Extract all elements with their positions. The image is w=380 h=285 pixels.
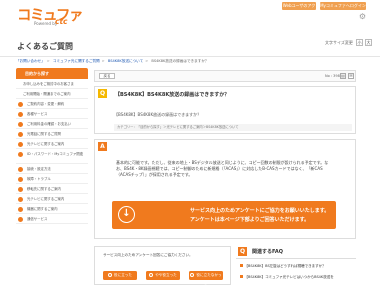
- sidebar-item-label: 故障・トラブル: [27, 177, 51, 181]
- sidebar-item[interactable]: 通信サービス: [16, 214, 88, 224]
- sidebar-item-label: 接続・設定方法: [27, 167, 51, 171]
- page-title: よくあるご質問: [17, 42, 73, 51]
- my-commufa-login-button[interactable]: Myコミュファへログイン: [320, 2, 366, 10]
- related-item[interactable]: 【BS4K8K】コミュファ光テレビはいつからBS4K放送を: [240, 275, 334, 280]
- rate-somewhat-button[interactable]: やや役立った: [146, 271, 180, 280]
- bullet-icon: [240, 275, 243, 278]
- site-header: コミュファ Powered by ctc Webユーザのアクセス Myコミュファ…: [0, 0, 380, 30]
- related-title: 関連するFAQ: [252, 249, 283, 255]
- question-category[interactable]: カテゴリー：「目的から探す」＞光テレビに関するご案内＞BS4K8K放送について: [114, 124, 352, 131]
- bullet-icon: [18, 217, 23, 222]
- back-button[interactable]: 戻る: [99, 73, 115, 79]
- bullet-icon: [18, 142, 23, 147]
- question-badge: Q: [98, 89, 107, 98]
- breadcrumb: 「お問い合わせ」 > コミュファ光に関するご質問 > BS4K8K放送について > B…: [16, 59, 209, 63]
- sidebar-item-label: ご利用料金の確認・お支払い: [27, 122, 72, 126]
- bullet-icon: [18, 207, 23, 212]
- sidebar-item[interactable]: お申し込みをご検討中のお客さま: [16, 79, 88, 89]
- sidebar-item-label: 光テレビに関するご案内: [27, 142, 65, 146]
- rate-label: 役に立たなかった: [196, 273, 222, 285]
- bullet-icon: [18, 177, 23, 182]
- related-faq: Q 関連するFAQ 【BS4K8K】BS左旋はどうすれば視聴できますか？ 【BS…: [236, 246, 356, 285]
- rate-not-helpful-button[interactable]: 役に立たなかった: [189, 271, 223, 285]
- sidebar-item[interactable]: 光テレビに関するご案内: [16, 194, 88, 204]
- rating-question: サービス向上のためアンケート回答にご協力ください。: [103, 253, 193, 257]
- rate-helpful-button[interactable]: 役に立った: [103, 271, 137, 280]
- font-size-label: 文字サイズ変更: [325, 40, 353, 45]
- sidebar-item-label: 光電話に関するご質問: [27, 132, 61, 136]
- rate-label: やや役立った: [155, 273, 177, 277]
- bullet-icon: [18, 152, 23, 157]
- sidebar-item[interactable]: ご利用開始・開通までのご案内: [16, 89, 88, 99]
- bullet-icon: [18, 187, 23, 192]
- answer-text: 基本的に可能です。ただし、従来の地上・BSデジタル放送と同じように、コピー回数の…: [116, 160, 329, 177]
- logo-subtext: Powered by: [34, 21, 58, 26]
- sidebar: 目的から探す お申し込みをご検討中のお客さま ご利用開始・開通までのご案内 ご契…: [16, 68, 88, 224]
- web-user-button[interactable]: Webユーザのアクセス: [282, 2, 316, 16]
- sidebar-item-label: 通信サービス: [27, 217, 48, 221]
- logo-brand: ctc: [55, 17, 68, 26]
- related-item-label: 【BS4K8K】コミュファ光テレビはいつからBS4K放送を: [244, 275, 334, 279]
- font-size-large-button[interactable]: 大: [365, 39, 372, 46]
- sidebar-item[interactable]: ID・パスワード・Myコミュファ関連: [16, 149, 88, 164]
- sidebar-item[interactable]: 光電話に関するご質問: [16, 129, 88, 139]
- sidebar-item[interactable]: 各種サービス: [16, 109, 88, 119]
- faq-toolbar: 戻る No : 3981 ▤ ✉: [94, 70, 356, 82]
- share-icon[interactable]: ✉: [348, 73, 354, 79]
- sidebar-item-label: 機器に関するご案内: [27, 207, 58, 211]
- gear-icon[interactable]: ⚙: [338, 12, 366, 22]
- download-icon: ↓: [118, 206, 135, 223]
- breadcrumb-current: BS4K8K放送の録画はできますか？: [151, 59, 209, 63]
- question-card: Q 【BS4K8K】BS4K8K放送の録画はできますか？ 【BS4K8K】BS4…: [94, 86, 356, 134]
- sidebar-item-label: ID・パスワード・Myコミュファ関連: [27, 152, 84, 156]
- breadcrumb-item[interactable]: BS4K8K放送について: [108, 59, 143, 63]
- rate-label: 役に立った: [114, 273, 132, 277]
- answer-badge: A: [98, 142, 107, 151]
- sidebar-item[interactable]: 故障・トラブル: [16, 174, 88, 184]
- sidebar-item[interactable]: 接続・設定方法: [16, 164, 88, 174]
- breadcrumb-item[interactable]: コミュファ光に関するご質問: [53, 59, 100, 63]
- question-detail: 【BS4K8K】BS4K8K放送の録画はできますか？: [114, 112, 202, 117]
- sidebar-item[interactable]: ご利用料金の確認・お支払い: [16, 119, 88, 129]
- bullet-icon: [18, 112, 23, 117]
- print-icon[interactable]: ▤: [340, 73, 346, 79]
- question-title: 【BS4K8K】BS4K8K放送の録画はできますか？: [115, 92, 230, 98]
- bullet-icon: [18, 167, 23, 172]
- survey-line-2: アンケートは本ページ下部よりご回答いただけます。: [190, 217, 310, 223]
- circle-icon: [190, 272, 195, 277]
- breadcrumb-item[interactable]: 「お問い合わせ」: [16, 59, 45, 63]
- sidebar-item-label: ご契約内容・変更・解約: [27, 102, 65, 106]
- sidebar-item-label: ご利用開始・開通までのご案内: [23, 92, 71, 96]
- bullet-icon: [18, 197, 23, 202]
- sidebar-item[interactable]: 移転先に関するご案内: [16, 184, 88, 194]
- bullet-icon: [18, 102, 23, 107]
- rating-box: サービス向上のためアンケート回答にご協力ください。 役に立った やや役立った 役…: [94, 246, 231, 285]
- answer-card: A 基本的に可能です。ただし、従来の地上・BSデジタル放送と同じように、コピー回…: [94, 139, 356, 239]
- bullet-icon: [240, 264, 243, 267]
- sidebar-item[interactable]: ご契約内容・変更・解約: [16, 99, 88, 109]
- bullet-icon: [18, 122, 23, 127]
- sidebar-item[interactable]: 機器に関するご案内: [16, 204, 88, 214]
- related-item[interactable]: 【BS4K8K】BS左旋はどうすれば視聴できますか？: [240, 264, 326, 269]
- sidebar-item-label: 移転先に関するご案内: [27, 187, 61, 191]
- survey-banner[interactable]: ↓ サービス向上のためアンケートにご協力をお願いいたします。 アンケートは本ペー…: [112, 201, 336, 229]
- related-header: Q 関連するFAQ: [236, 246, 356, 259]
- survey-line-1: サービス向上のためアンケートにご協力をお願いいたします。: [190, 208, 330, 214]
- sidebar-header: 目的から探す: [16, 68, 88, 79]
- related-badge: Q: [238, 247, 247, 256]
- sidebar-item[interactable]: 光テレビに関するご案内: [16, 139, 88, 149]
- sidebar-item-label: 各種サービス: [27, 112, 48, 116]
- circle-icon: [108, 272, 113, 277]
- related-item-label: 【BS4K8K】BS左旋はどうすれば視聴できますか？: [244, 264, 326, 268]
- sidebar-item-label: 光テレビに関するご案内: [27, 197, 65, 201]
- bullet-icon: [18, 132, 23, 137]
- sidebar-item-label: お申し込みをご検討中のお客さま: [23, 82, 74, 86]
- circle-icon: [149, 272, 154, 277]
- font-size-small-button[interactable]: 小: [356, 39, 363, 46]
